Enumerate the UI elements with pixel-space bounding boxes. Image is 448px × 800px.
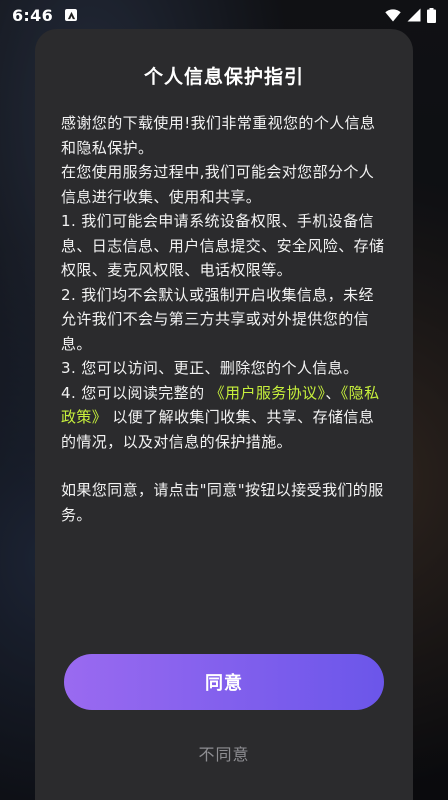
status-time: 6:46 — [12, 5, 53, 25]
user-agreement-link[interactable]: 《用户服务协议》 — [210, 384, 326, 402]
status-icons — [385, 7, 436, 23]
paragraph-links: 4. 您可以阅读完整的 《用户服务协议》、《隐私政策》 以便了解收集门收集、共享… — [61, 381, 387, 455]
links-separator: 、 — [325, 383, 341, 402]
status-bar: 6:46 — [0, 0, 448, 30]
agree-button[interactable]: 同意 — [64, 654, 384, 710]
paragraph-consent: 如果您同意，请点击"同意"按钮以接受我们的服务。 — [61, 481, 384, 524]
dialog-content: 感谢您的下载使用!我们非常重视您的个人信息和隐私保护。 在您使用服务过程中,我们… — [61, 111, 387, 527]
paragraph-permissions: 1. 我们可能会申请系统设备权限、手机设备信息、日志信息、用户信息提交、安全风险… — [61, 212, 385, 279]
paragraph-intro: 感谢您的下载使用!我们非常重视您的个人信息和隐私保护。 — [61, 114, 376, 157]
paragraph-sharing: 2. 我们均不会默认或强制开启收集信息，未经允许我们不会与第三方共享或对外提供您… — [61, 285, 374, 353]
links-prefix-text: 4. 您可以阅读完整的 — [61, 383, 210, 402]
links-suffix-text: 以便了解收集门收集、共享、存储信息的情况，以及对信息的保护措施。 — [61, 408, 375, 451]
paragraph-usage: 在您使用服务过程中,我们可能会对您部分个人信息进行收集、使用和共享。 — [61, 163, 375, 206]
privacy-guide-dialog: 个人信息保护指引 感谢您的下载使用!我们非常重视您的个人信息和隐私保护。 在您使… — [35, 29, 413, 800]
dialog-title: 个人信息保护指引 — [143, 66, 304, 88]
battery-icon — [427, 7, 436, 23]
decline-button[interactable]: 不同意 — [35, 741, 413, 765]
wifi-icon — [385, 8, 401, 21]
cell-signal-icon — [407, 8, 421, 22]
app-notification-icon — [65, 9, 77, 21]
paragraph-rights: 3. 您可以访问、更正、删除您的个人信息。 — [61, 359, 359, 377]
